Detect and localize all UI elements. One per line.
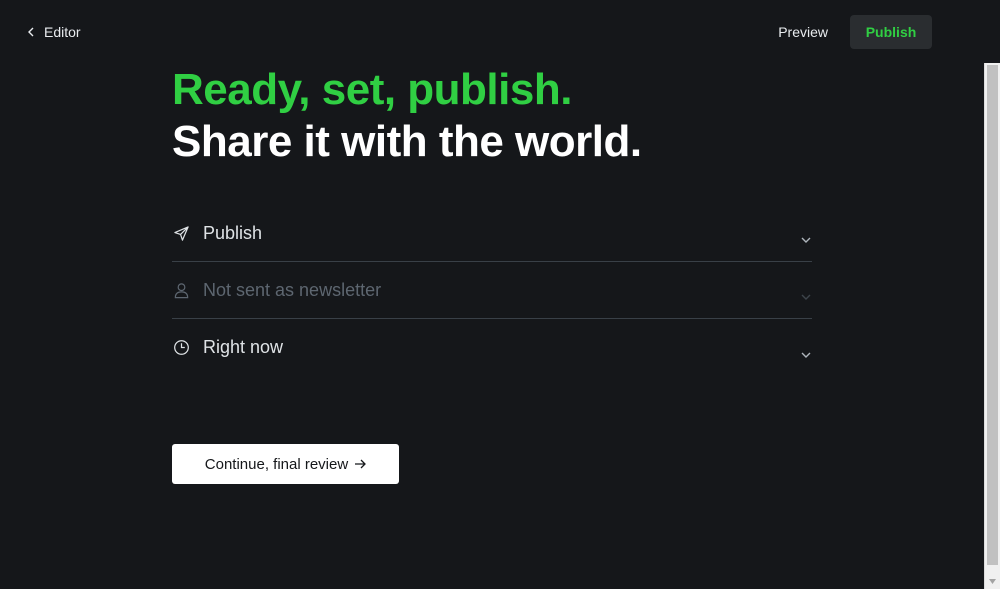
top-actions: Preview Publish: [778, 15, 932, 49]
back-label: Editor: [44, 24, 81, 40]
clock-icon: [172, 339, 190, 357]
chevron-down-icon: [800, 288, 812, 300]
option-publish[interactable]: Publish: [172, 205, 812, 262]
option-schedule[interactable]: Right now: [172, 319, 812, 376]
option-newsletter[interactable]: Not sent as newsletter: [172, 262, 812, 319]
scroll-down-arrow-icon[interactable]: [985, 575, 1000, 587]
chevron-down-icon: [800, 231, 812, 243]
chevron-left-icon: [26, 24, 36, 40]
option-label: Not sent as newsletter: [203, 279, 382, 300]
headline-accent: Ready, set, publish.: [172, 65, 572, 114]
publish-options: Publish Not sent as newsletter Right now: [172, 205, 812, 376]
headline-main: Share it with the world.: [172, 117, 642, 166]
chevron-down-icon: [800, 346, 812, 358]
arrow-right-icon: [354, 456, 367, 473]
scrollbar-thumb[interactable]: [987, 65, 998, 565]
continue-final-review-button[interactable]: Continue, final review: [172, 444, 399, 484]
send-icon: [172, 224, 190, 242]
publish-button[interactable]: Publish: [850, 15, 932, 49]
vertical-scrollbar[interactable]: [984, 63, 1000, 589]
publish-flow-page: Editor Preview Publish Ready, set, publi…: [0, 0, 1000, 589]
option-label: Publish: [203, 222, 263, 243]
back-to-editor-link[interactable]: Editor: [26, 22, 81, 42]
headline: Ready, set, publish. Share it with the w…: [172, 66, 642, 170]
continue-label: Continue, final review: [204, 455, 349, 473]
option-label: Right now: [203, 337, 284, 357]
user-icon: [172, 281, 190, 299]
preview-button[interactable]: Preview: [778, 24, 828, 40]
